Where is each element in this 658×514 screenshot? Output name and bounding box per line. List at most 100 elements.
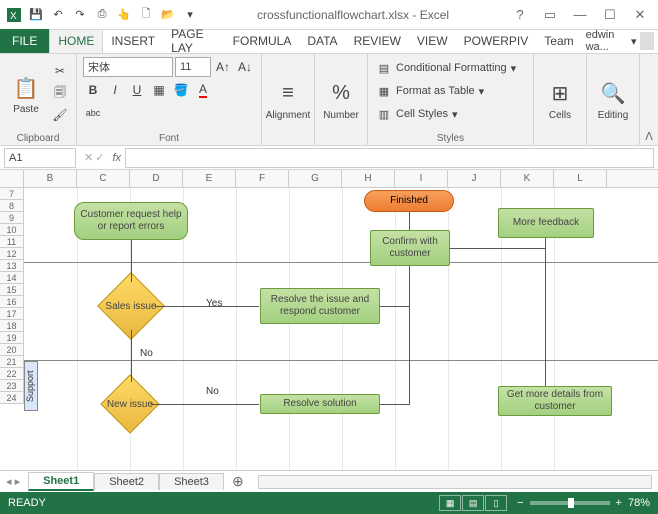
col-header[interactable]: H <box>342 170 395 187</box>
shape-sales-issue[interactable]: Sales issue <box>107 282 155 330</box>
col-header[interactable]: E <box>183 170 236 187</box>
row-header[interactable]: 17 <box>0 308 24 320</box>
col-header[interactable]: B <box>24 170 77 187</box>
page-break-icon[interactable]: ▯ <box>485 495 507 511</box>
format-painter-icon[interactable]: 🖌 <box>50 105 70 125</box>
touch-icon[interactable]: 👆 <box>114 5 134 25</box>
conditional-formatting-button[interactable]: ▤Conditional Formatting ▾ <box>374 57 518 79</box>
select-all-corner[interactable] <box>0 170 24 187</box>
open-icon[interactable]: 📂 <box>158 5 178 25</box>
row-header[interactable]: 16 <box>0 296 24 308</box>
minimize-icon[interactable]: — <box>566 5 594 25</box>
row-header[interactable]: 19 <box>0 332 24 344</box>
cell-styles-button[interactable]: ▥Cell Styles ▾ <box>374 103 518 125</box>
tab-insert[interactable]: INSERT <box>103 29 163 53</box>
row-header[interactable]: 22 <box>0 368 24 380</box>
sheet-canvas[interactable]: Support Customer request help or report … <box>24 188 658 470</box>
shape-resolve-respond[interactable]: Resolve the issue and respond customer <box>260 288 380 324</box>
cells-button[interactable]: ⊞Cells <box>540 57 580 143</box>
col-header[interactable]: G <box>289 170 342 187</box>
col-header[interactable]: L <box>554 170 607 187</box>
tab-powerpivot[interactable]: POWERPIV <box>456 29 537 53</box>
tab-formulas[interactable]: FORMULA <box>225 29 300 53</box>
row-header[interactable]: 21 <box>0 356 24 368</box>
user-account[interactable]: edwin wa... ▾ <box>582 29 658 53</box>
shape-resolve-solution[interactable]: Resolve solution <box>260 394 380 414</box>
col-header[interactable]: D <box>130 170 183 187</box>
qat-icon[interactable]: ⎙ <box>92 5 112 25</box>
font-size-combo[interactable]: 11 <box>175 57 211 77</box>
enter-icon[interactable]: ✓ <box>95 151 104 164</box>
tab-pagelayout[interactable]: PAGE LAY <box>163 29 225 53</box>
cut-icon[interactable]: ✂ <box>50 61 70 81</box>
shape-start[interactable]: Customer request help or report errors <box>74 202 188 240</box>
tab-home[interactable]: HOME <box>49 29 103 53</box>
save-icon[interactable]: 💾 <box>26 5 46 25</box>
italic-button[interactable]: I <box>105 80 125 100</box>
tab-data[interactable]: DATA <box>299 29 345 53</box>
sheet-tab[interactable]: Sheet1 <box>28 472 94 491</box>
add-sheet-icon[interactable]: ⊕ <box>224 473 252 490</box>
decrease-font-icon[interactable]: A↓ <box>235 57 255 77</box>
font-name-combo[interactable]: 宋体 <box>83 57 173 77</box>
tab-file[interactable]: FILE <box>0 29 49 53</box>
sheet-tab[interactable]: Sheet2 <box>94 473 159 490</box>
formula-input[interactable] <box>125 148 654 168</box>
row-header[interactable]: 7 <box>0 188 24 200</box>
qat-icon2[interactable]: 🗋 <box>136 5 156 25</box>
paste-button[interactable]: 📋Paste <box>6 57 46 132</box>
sheet-tab[interactable]: Sheet3 <box>159 473 224 490</box>
row-header[interactable]: 18 <box>0 320 24 332</box>
col-header[interactable]: K <box>501 170 554 187</box>
zoom-in-icon[interactable]: + <box>616 497 622 509</box>
row-header[interactable]: 11 <box>0 236 24 248</box>
row-header[interactable]: 23 <box>0 380 24 392</box>
tab-team[interactable]: Team <box>536 29 581 53</box>
collapse-ribbon-icon[interactable]: ᐱ <box>640 130 658 145</box>
format-as-table-button[interactable]: ▦Format as Table ▾ <box>374 80 518 102</box>
shape-get-details[interactable]: Get more details from customer <box>498 386 612 416</box>
fx-icon[interactable]: fx <box>108 152 125 164</box>
ribbon-display-icon[interactable]: ▭ <box>536 5 564 25</box>
row-header[interactable]: 10 <box>0 224 24 236</box>
sheet-nav[interactable]: ◂ ▸ <box>6 475 28 488</box>
col-header[interactable]: F <box>236 170 289 187</box>
maximize-icon[interactable]: ☐ <box>596 5 624 25</box>
row-header[interactable]: 9 <box>0 212 24 224</box>
number-button[interactable]: %Number <box>321 57 361 143</box>
undo-icon[interactable]: ↶ <box>48 5 68 25</box>
cancel-icon[interactable]: ✕ <box>84 151 93 164</box>
row-header[interactable]: 8 <box>0 200 24 212</box>
copy-icon[interactable]: 🗐 <box>50 83 70 103</box>
ruby-icon[interactable]: abc <box>83 103 103 123</box>
col-header[interactable]: J <box>448 170 501 187</box>
increase-font-icon[interactable]: A↑ <box>213 57 233 77</box>
fill-color-icon[interactable]: 🪣 <box>171 80 191 100</box>
normal-view-icon[interactable]: ▦ <box>439 495 461 511</box>
font-color-icon[interactable]: A <box>193 80 213 100</box>
excel-icon[interactable]: X <box>4 5 24 25</box>
close-icon[interactable]: ✕ <box>626 5 654 25</box>
row-header[interactable]: 14 <box>0 272 24 284</box>
redo-icon[interactable]: ↷ <box>70 5 90 25</box>
row-header[interactable]: 15 <box>0 284 24 296</box>
row-header[interactable]: 12 <box>0 248 24 260</box>
name-box[interactable]: A1 <box>4 148 76 168</box>
row-header[interactable]: 20 <box>0 344 24 356</box>
horizontal-scrollbar[interactable] <box>258 475 652 489</box>
underline-button[interactable]: U <box>127 80 147 100</box>
zoom-out-icon[interactable]: − <box>517 497 523 509</box>
border-icon[interactable]: ▦ <box>149 80 169 100</box>
tab-review[interactable]: REVIEW <box>346 29 409 53</box>
page-layout-icon[interactable]: ▤ <box>462 495 484 511</box>
worksheet-grid[interactable]: B C D E F G H I J K L 7 8 9 10 11 12 13 … <box>0 170 658 470</box>
col-header[interactable]: C <box>77 170 130 187</box>
row-header[interactable]: 24 <box>0 392 24 404</box>
row-header[interactable]: 13 <box>0 260 24 272</box>
tab-view[interactable]: VIEW <box>409 29 456 53</box>
shape-new-issue[interactable]: New issue <box>109 383 151 425</box>
zoom-level[interactable]: 78% <box>628 497 650 509</box>
shape-confirm[interactable]: Confirm with customer <box>370 230 450 266</box>
alignment-button[interactable]: ≡Alignment <box>268 57 308 143</box>
shape-more-feedback[interactable]: More feedback <box>498 208 594 238</box>
